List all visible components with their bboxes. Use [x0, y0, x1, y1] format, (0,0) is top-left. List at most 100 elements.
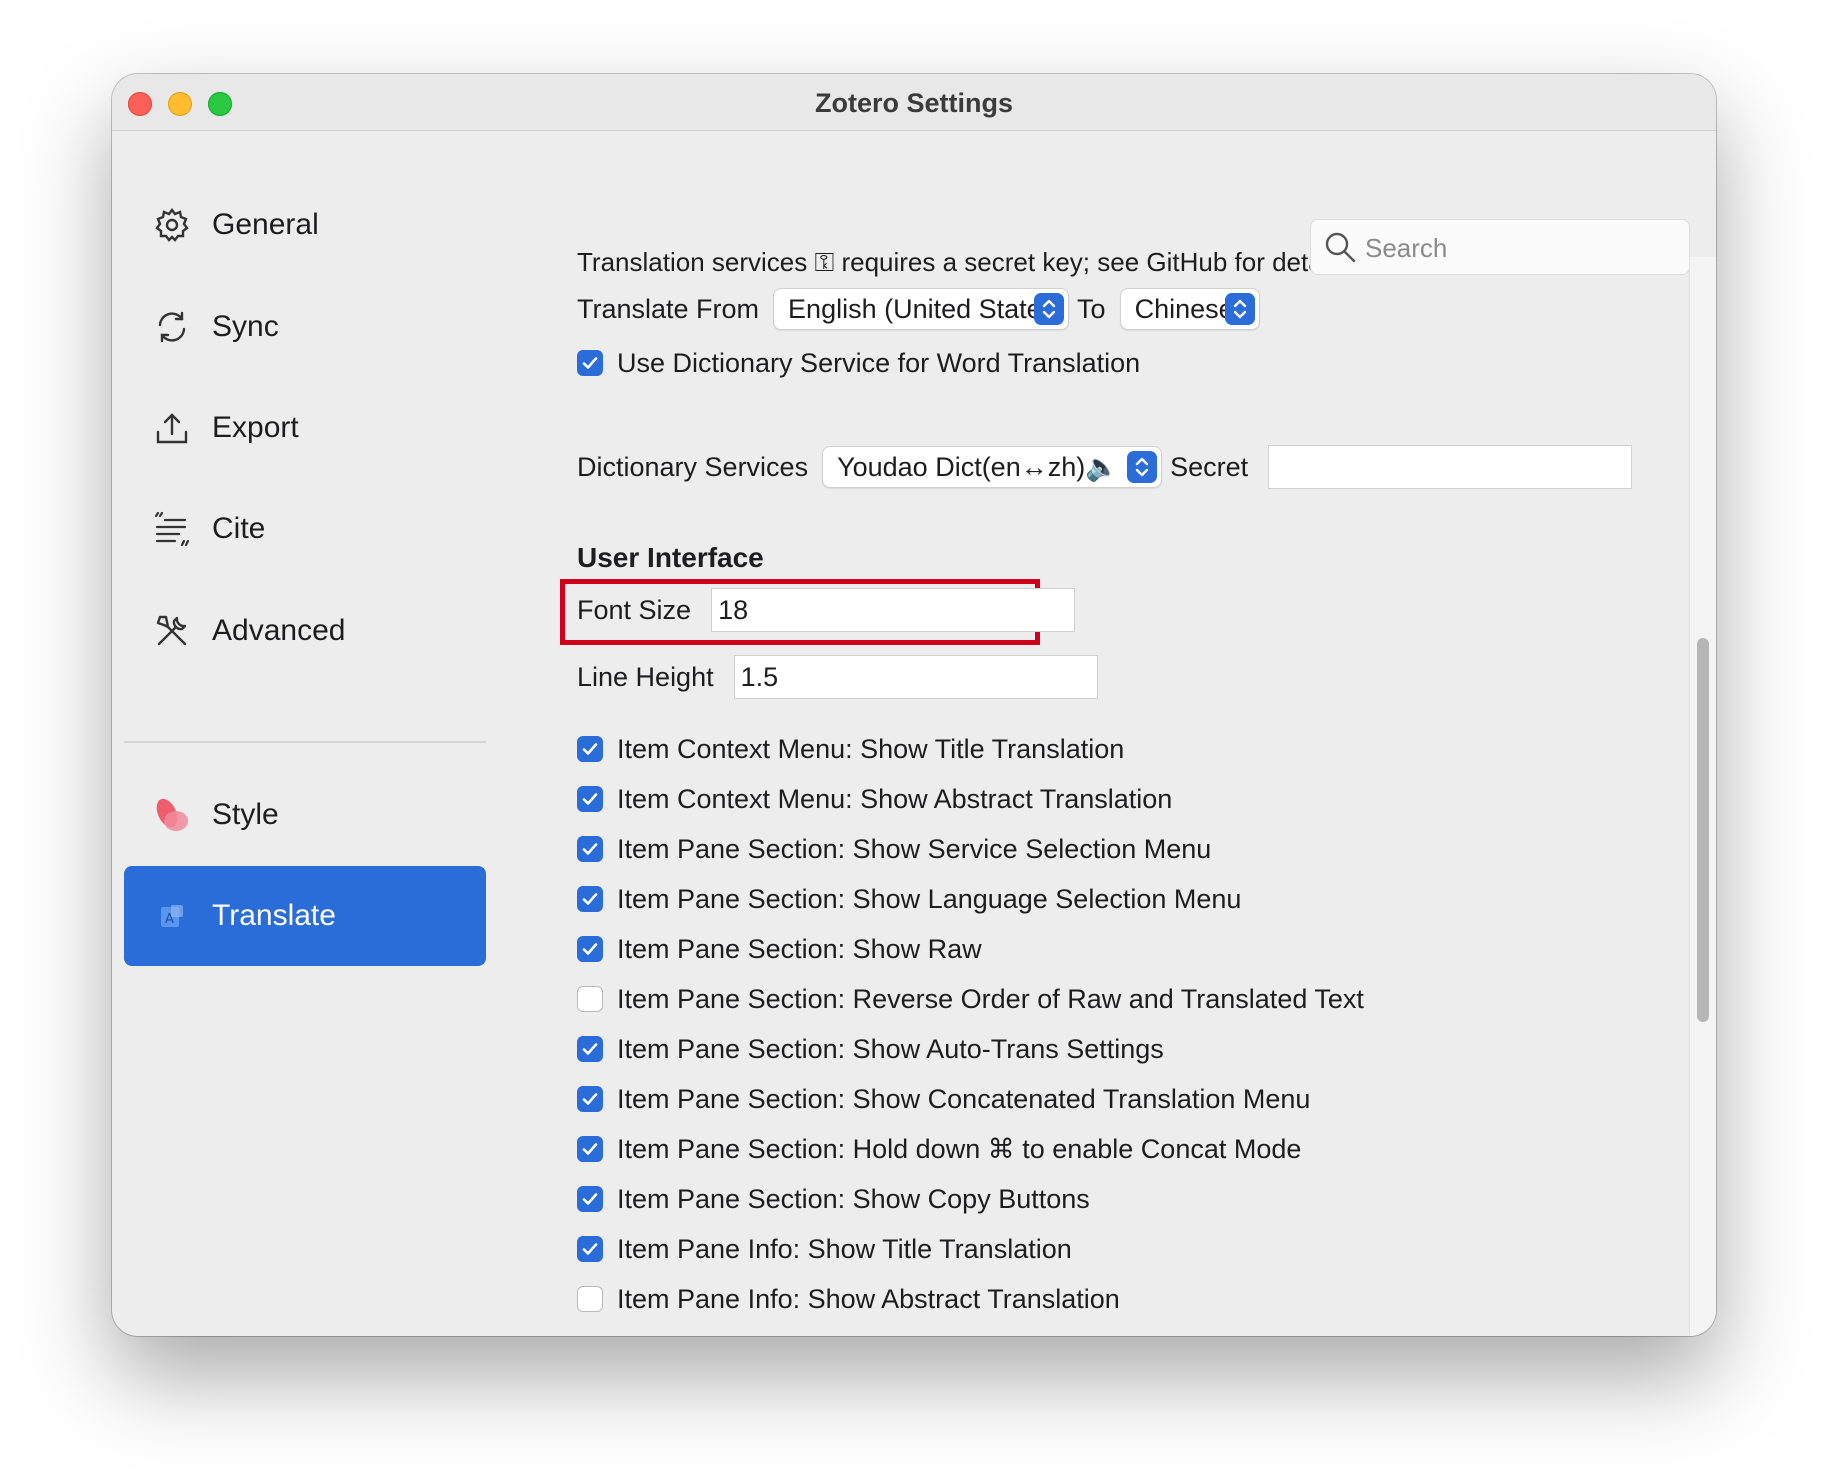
- option-label: Item Pane Section: Show Concatenated Tra…: [617, 1083, 1311, 1114]
- use-dictionary-label: Use Dictionary Service for Word Translat…: [617, 347, 1141, 378]
- sidebar-item-label: Style: [212, 798, 279, 831]
- use-dictionary-row[interactable]: Use Dictionary Service for Word Translat…: [577, 343, 1140, 383]
- option-label: Item Pane Section: Show Copy Buttons: [617, 1183, 1090, 1214]
- option-row[interactable]: Item Pane Section: Show Copy Buttons: [577, 1179, 1090, 1219]
- checkmark-icon: [582, 843, 598, 855]
- translate-from-select[interactable]: English (United States): [773, 288, 1070, 330]
- line-height-label: Line Height: [577, 661, 714, 692]
- settings-sidebar: General Sync Export Cite Advanced Style …: [124, 131, 486, 1336]
- option-label: Item Pane Section: Hold down ⌘ to enable…: [617, 1133, 1302, 1164]
- option-row[interactable]: Item Pane Section: Show Raw: [577, 929, 982, 969]
- chevron-updown-icon: [1127, 451, 1158, 483]
- translate-to-value: Chinese: [1134, 293, 1234, 324]
- option-row[interactable]: Item Pane Section: Hold down ⌘ to enable…: [577, 1129, 1301, 1169]
- dictionary-services-label: Dictionary Services: [577, 451, 809, 482]
- option-label: Item Pane Info: Show Title Translation: [617, 1233, 1072, 1264]
- option-row[interactable]: Item Context Menu: Show Title Translatio…: [577, 729, 1124, 769]
- option-label: Standalone: Keep Window on Top: [617, 1334, 1023, 1337]
- option-label: Item Pane Section: Reverse Order of Raw …: [617, 983, 1364, 1014]
- translation-services-note: Translation services ⚿ requires a secret…: [577, 247, 1348, 277]
- checkmark-icon: [582, 1143, 598, 1155]
- dictionary-row: Dictionary Services Youdao Dict(en↔zh)🔈 …: [577, 445, 1633, 489]
- title-bar[interactable]: Zotero Settings: [112, 74, 1716, 131]
- secret-input[interactable]: [1268, 445, 1633, 489]
- option-row[interactable]: Item Pane Info: Show Title Translation: [577, 1229, 1072, 1269]
- line-height-input[interactable]: 1.5: [733, 655, 1098, 699]
- option-row[interactable]: Item Pane Section: Show Auto-Trans Setti…: [577, 1029, 1164, 1069]
- sidebar-item-translate[interactable]: A Translate: [124, 866, 486, 966]
- option-checkbox[interactable]: [577, 1286, 603, 1312]
- checkmark-icon: [582, 893, 598, 905]
- font-size-row: Font Size 18: [577, 587, 1076, 633]
- checkmark-icon: [582, 1243, 598, 1255]
- style-icon: [152, 795, 192, 835]
- option-row[interactable]: Item Pane Info: Show Abstract Translatio…: [577, 1279, 1120, 1319]
- chevron-updown-icon: [1034, 293, 1065, 325]
- line-height-row: Line Height 1.5: [577, 654, 1098, 700]
- user-interface-heading: User Interface: [577, 542, 764, 573]
- use-dictionary-checkbox[interactable]: [577, 350, 603, 376]
- option-label: Item Context Menu: Show Title Translatio…: [617, 733, 1125, 764]
- translate-icon: A: [152, 896, 192, 936]
- font-size-input[interactable]: 18: [711, 588, 1076, 632]
- scrollbar[interactable]: [1689, 257, 1716, 1336]
- sidebar-item-export[interactable]: Export: [124, 378, 486, 478]
- settings-search[interactable]: Search: [1310, 219, 1690, 275]
- sidebar-item-label: General: [212, 208, 319, 241]
- option-row[interactable]: Item Pane Section: Show Language Selecti…: [577, 879, 1241, 919]
- option-checkbox[interactable]: [577, 1186, 603, 1212]
- option-checkbox[interactable]: [577, 1036, 603, 1062]
- option-checkbox[interactable]: [577, 1236, 603, 1262]
- option-label: Item Pane Section: Show Language Selecti…: [617, 883, 1242, 914]
- option-checkbox[interactable]: [577, 986, 603, 1012]
- checkmark-icon: [582, 1193, 598, 1205]
- option-checkbox[interactable]: [577, 786, 603, 812]
- font-size-label: Font Size: [577, 594, 692, 625]
- option-checkbox[interactable]: [577, 736, 603, 762]
- checkmark-icon: [582, 793, 598, 805]
- option-label: Item Context Menu: Show Abstract Transla…: [617, 783, 1173, 814]
- sidebar-item-label: Advanced: [212, 614, 346, 647]
- sidebar-item-advanced[interactable]: Advanced: [124, 581, 486, 681]
- dictionary-services-select[interactable]: Youdao Dict(en↔zh)🔈: [822, 446, 1163, 488]
- option-row[interactable]: Item Pane Section: Show Service Selectio…: [577, 829, 1211, 869]
- dictionary-services-value: Youdao Dict(en↔zh)🔈: [837, 452, 1119, 482]
- option-row[interactable]: Item Pane Section: Reverse Order of Raw …: [577, 979, 1364, 1019]
- sync-icon: [152, 307, 192, 347]
- sidebar-item-cite[interactable]: Cite: [124, 479, 486, 579]
- sidebar-item-general[interactable]: General: [124, 175, 486, 275]
- chevron-updown-icon: [1224, 293, 1255, 325]
- option-checkbox[interactable]: [577, 1136, 603, 1162]
- checkmark-icon: [582, 743, 598, 755]
- option-label: Item Pane Info: Show Abstract Translatio…: [617, 1283, 1120, 1314]
- sidebar-item-sync[interactable]: Sync: [124, 277, 486, 377]
- gear-icon: [152, 205, 192, 245]
- translate-from-label: Translate From: [577, 293, 760, 324]
- option-checkbox[interactable]: [577, 836, 603, 862]
- option-row[interactable]: Item Pane Section: Show Concatenated Tra…: [577, 1079, 1310, 1119]
- sidebar-item-label: Sync: [212, 310, 279, 343]
- cite-icon: [152, 509, 192, 549]
- search-icon: [1323, 230, 1357, 264]
- sidebar-item-label: Cite: [212, 512, 266, 545]
- option-checkbox[interactable]: [577, 886, 603, 912]
- checkmark-icon: [582, 1043, 598, 1055]
- sidebar-item-style[interactable]: Style: [124, 765, 486, 865]
- checkmark-icon: [582, 1093, 598, 1105]
- option-checkbox[interactable]: [577, 1086, 603, 1112]
- option-label: Item Pane Section: Show Service Selectio…: [617, 833, 1212, 864]
- option-label: Item Pane Section: Show Auto-Trans Setti…: [617, 1033, 1164, 1064]
- option-row[interactable]: Item Context Menu: Show Abstract Transla…: [577, 779, 1172, 819]
- export-icon: [152, 408, 192, 448]
- checkmark-icon: [582, 943, 598, 955]
- settings-window: Zotero Settings General Sync Export Cite…: [112, 74, 1716, 1336]
- option-row[interactable]: Standalone: Keep Window on Top: [577, 1329, 1023, 1337]
- sidebar-item-label: Translate: [212, 899, 336, 932]
- translate-to-select[interactable]: Chinese: [1119, 288, 1260, 330]
- translate-to-label: To: [1077, 293, 1106, 324]
- scrollbar-thumb[interactable]: [1697, 638, 1709, 1022]
- option-checkbox[interactable]: [577, 936, 603, 962]
- translate-from-value: English (United States): [788, 293, 1065, 324]
- search-input[interactable]: Search: [1365, 233, 1447, 264]
- secret-label: Secret: [1170, 451, 1249, 482]
